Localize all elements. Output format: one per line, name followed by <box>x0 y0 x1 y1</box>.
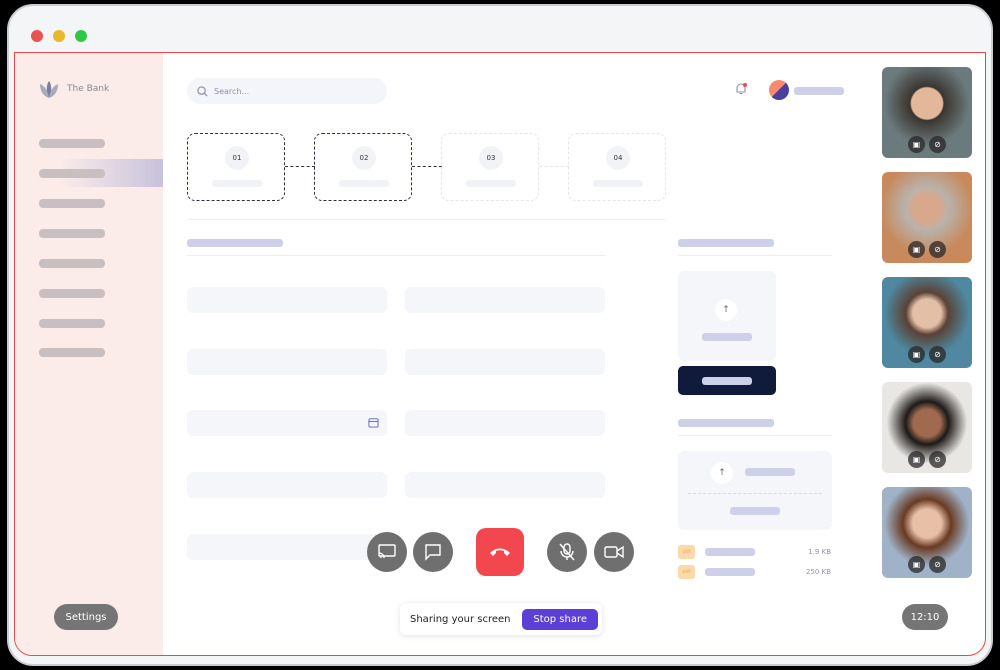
step-connector <box>285 166 315 167</box>
chat-icon <box>425 544 441 561</box>
step-number: 01 <box>225 146 249 170</box>
step-connector <box>539 166 569 167</box>
date-field[interactable] <box>187 410 387 436</box>
brand-logo: The Bank <box>39 79 109 99</box>
form-field[interactable] <box>187 287 387 313</box>
step-connector <box>412 166 442 167</box>
form-field[interactable] <box>187 472 387 498</box>
upload-arrow-icon: ↑ <box>711 462 733 484</box>
step-3[interactable]: 03 <box>441 133 539 201</box>
pdf-file-icon: pdf <box>678 545 695 559</box>
upload-box[interactable]: ↑ <box>678 271 776 361</box>
step-1[interactable]: 01 <box>187 133 285 201</box>
participant-video-3[interactable]: ▣ ⊘ <box>882 277 972 368</box>
participant-video-5[interactable]: ▣ ⊘ <box>882 487 972 578</box>
sharing-status-text: Sharing your screen <box>410 613 511 625</box>
file-size: 1.9 KB <box>808 548 831 556</box>
sidebar-item[interactable] <box>39 259 105 268</box>
form-field[interactable] <box>405 349 605 375</box>
participant-video-4[interactable]: ▣ ⊘ <box>882 382 972 473</box>
sidebar-item[interactable] <box>39 348 105 357</box>
end-call-button[interactable] <box>476 528 524 576</box>
upload-title <box>678 239 774 247</box>
video-icon[interactable]: ▣ <box>908 346 925 363</box>
form-field[interactable] <box>405 472 605 498</box>
mic-off-icon[interactable]: ⊘ <box>929 136 946 153</box>
section-title <box>187 239 283 247</box>
step-number: 03 <box>479 146 503 170</box>
search-input[interactable]: Search... <box>187 78 387 104</box>
upload-arrow-icon: ↑ <box>715 299 737 321</box>
step-2[interactable]: 02 <box>314 133 412 201</box>
upload-button[interactable] <box>678 366 776 395</box>
brand-name: The Bank <box>67 84 110 94</box>
mic-off-icon[interactable]: ⊘ <box>929 241 946 258</box>
divider <box>678 435 832 436</box>
minimize-window-button[interactable] <box>53 30 65 42</box>
video-camera-icon <box>604 545 624 559</box>
participant-video-2[interactable]: ▣ ⊘ <box>882 172 972 263</box>
sidebar-item-selected[interactable] <box>39 169 105 178</box>
mic-off-icon[interactable]: ⊘ <box>929 556 946 573</box>
search-icon <box>197 85 208 97</box>
sidebar: The Bank Settings <box>15 53 163 655</box>
maximize-window-button[interactable] <box>75 30 87 42</box>
sidebar-item[interactable] <box>39 229 105 238</box>
attachments-title <box>678 419 774 427</box>
form-field[interactable] <box>187 534 387 560</box>
divider <box>187 219 665 220</box>
mute-button[interactable] <box>547 532 587 572</box>
sidebar-item[interactable] <box>39 289 105 298</box>
divider <box>187 255 605 256</box>
video-icon[interactable]: ▣ <box>908 556 925 573</box>
video-icon[interactable]: ▣ <box>908 451 925 468</box>
screen-share-button[interactable] <box>367 532 407 572</box>
step-number: 04 <box>606 146 630 170</box>
file-name[interactable] <box>705 548 755 556</box>
search-placeholder: Search... <box>214 86 250 96</box>
hang-up-icon <box>490 548 510 556</box>
pdf-file-icon: pdf <box>678 565 695 579</box>
stop-share-button[interactable]: Stop share <box>522 608 598 630</box>
user-name-placeholder <box>794 87 844 95</box>
file-name[interactable] <box>705 568 755 576</box>
avatar[interactable] <box>769 80 789 100</box>
app-content: The Bank Settings Search... 01 02 03 04 … <box>14 52 986 656</box>
participant-video-1[interactable]: ▣ ⊘ <box>882 67 972 158</box>
sidebar-item[interactable] <box>39 139 105 148</box>
camera-button[interactable] <box>594 532 634 572</box>
divider <box>678 255 832 256</box>
call-timer: 12:10 <box>902 604 948 630</box>
mic-off-icon[interactable]: ⊘ <box>929 451 946 468</box>
form-field[interactable] <box>187 349 387 375</box>
mic-off-icon[interactable]: ⊘ <box>929 346 946 363</box>
step-number: 02 <box>352 146 376 170</box>
settings-button[interactable]: Settings <box>54 604 118 630</box>
bell-icon[interactable] <box>734 82 748 96</box>
sidebar-item[interactable] <box>39 199 105 208</box>
screen-share-banner: Sharing your screen Stop share <box>400 603 602 635</box>
video-icon[interactable]: ▣ <box>908 241 925 258</box>
chat-button[interactable] <box>413 532 453 572</box>
lotus-icon <box>40 81 58 98</box>
dropzone[interactable]: ↑ <box>678 451 832 530</box>
form-field[interactable] <box>405 287 605 313</box>
close-window-button[interactable] <box>31 30 43 42</box>
mic-off-icon <box>559 543 575 561</box>
form-field[interactable] <box>405 410 605 436</box>
sidebar-item[interactable] <box>39 319 105 328</box>
step-4[interactable]: 04 <box>568 133 666 201</box>
calendar-icon[interactable] <box>368 417 379 428</box>
screen-share-icon <box>378 544 396 559</box>
video-icon[interactable]: ▣ <box>908 136 925 153</box>
file-size: 250 KB <box>806 568 831 576</box>
